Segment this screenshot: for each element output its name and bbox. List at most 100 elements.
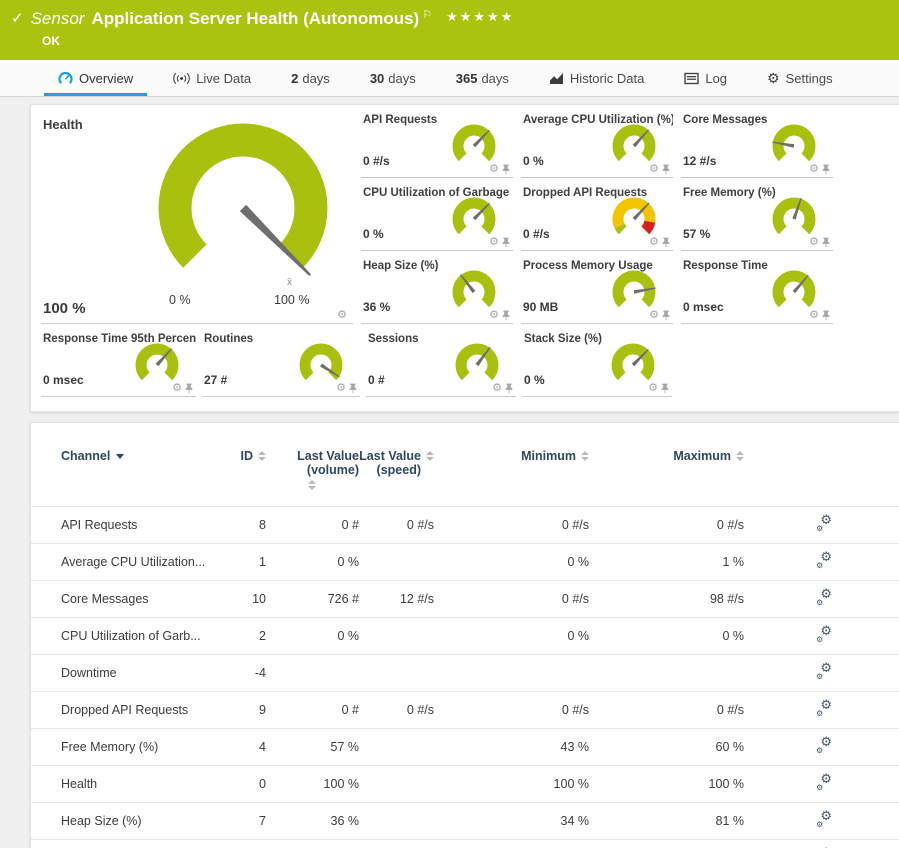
gauge-panel-stack-size[interactable]: Stack Size (%)0 %⚙: [522, 324, 672, 397]
table-row-core-messages[interactable]: Core Messages10726 #12 #/s0 #/s98 #/s⚙⚙: [31, 581, 899, 618]
gear-icon[interactable]: ⚙: [172, 383, 182, 394]
sensor-title: Application Server Health (Autonomous): [91, 8, 419, 30]
channel-settings-icon[interactable]: ⚙⚙: [816, 627, 832, 642]
channel-settings-icon[interactable]: ⚙⚙: [816, 553, 832, 568]
gear-icon[interactable]: ⚙: [809, 164, 819, 175]
gear-icon[interactable]: ⚙: [649, 237, 659, 248]
pin-icon[interactable]: [662, 310, 670, 321]
gear-icon[interactable]: ⚙: [648, 383, 658, 394]
gauge-panel-icons: ⚙: [489, 164, 510, 175]
health-gauge-title: Health: [43, 117, 83, 132]
table-row-downtime[interactable]: Downtime-4⚙⚙: [31, 655, 899, 692]
table-row-dropped-api-requests[interactable]: Dropped API Requests90 #0 #/s0 #/s0 #/s⚙…: [31, 692, 899, 729]
tab-overview[interactable]: Overview: [44, 60, 147, 96]
channel-name[interactable]: Health: [31, 766, 236, 803]
table-row-cpu-utilization-of-garb[interactable]: CPU Utilization of Garb...20 %0 %0 %⚙⚙: [31, 618, 899, 655]
tab-label: days: [481, 71, 508, 86]
channel-cell: 0 #/s: [434, 507, 589, 544]
gauge-panel-health[interactable]: Health x̄ 0 % 100 % 100 % ⚙: [41, 105, 353, 324]
channel-name[interactable]: API Requests: [31, 507, 236, 544]
sort-icon: [258, 451, 266, 461]
channel-name[interactable]: Dropped API Requests: [31, 692, 236, 729]
column-header-maximum[interactable]: Maximum: [589, 423, 744, 507]
column-header-id[interactable]: ID: [236, 423, 266, 507]
priority-stars[interactable]: ★★★★★: [446, 6, 514, 28]
gear-icon[interactable]: ⚙: [809, 310, 819, 321]
pin-icon[interactable]: [502, 237, 510, 248]
gear-icon[interactable]: ⚙: [649, 164, 659, 175]
gauge-panel-core-messages[interactable]: Core Messages12 #/s⚙: [681, 105, 833, 178]
pin-icon[interactable]: [822, 164, 830, 175]
gauge-panel-process-memory-usage[interactable]: Process Memory Usage90 MB⚙: [521, 251, 673, 324]
gauge-panel-response-time[interactable]: Response Time0 msec⚙: [681, 251, 833, 324]
channel-cell: 60 %: [589, 729, 744, 766]
gauge-panel-heap-size[interactable]: Heap Size (%)36 %⚙: [361, 251, 513, 324]
column-header-minimum[interactable]: Minimum: [434, 423, 589, 507]
pin-icon[interactable]: [502, 310, 510, 321]
channel-settings-icon[interactable]: ⚙⚙: [816, 664, 832, 679]
tab-historic-data[interactable]: Historic Data: [535, 60, 658, 96]
channel-settings-icon[interactable]: ⚙⚙: [816, 516, 832, 531]
channel-name[interactable]: Average CPU Utilization...: [31, 544, 236, 581]
channel-name[interactable]: Process Memory Usage: [31, 840, 236, 848]
gauge-panel-api-requests[interactable]: API Requests0 #/s⚙: [361, 105, 513, 178]
tab-30-days[interactable]: 30days: [356, 60, 430, 96]
flag-icon[interactable]: ⚐: [422, 4, 432, 26]
pin-icon[interactable]: [505, 383, 513, 394]
gauge-panel-icons: ⚙: [649, 310, 670, 321]
pin-icon[interactable]: [662, 237, 670, 248]
pin-icon[interactable]: [822, 310, 830, 321]
gauge-value: 12 #/s: [683, 154, 716, 168]
tab-2-days[interactable]: 2days: [277, 60, 344, 96]
gauge-panel-icons: ⚙: [336, 383, 357, 394]
pin-icon[interactable]: [502, 164, 510, 175]
channel-name[interactable]: Core Messages: [31, 581, 236, 618]
channel-name[interactable]: Free Memory (%): [31, 729, 236, 766]
pin-icon[interactable]: [662, 164, 670, 175]
pin-icon[interactable]: [661, 383, 669, 394]
pin-icon[interactable]: [822, 237, 830, 248]
tab-log[interactable]: Log: [670, 60, 741, 96]
table-row-process-memory-usage[interactable]: Process Memory Usage590 MB87 MB113 MB⚙⚙: [31, 840, 899, 848]
gear-icon[interactable]: ⚙: [489, 237, 499, 248]
table-row-free-memory[interactable]: Free Memory (%)457 %43 %60 %⚙⚙: [31, 729, 899, 766]
channel-name[interactable]: CPU Utilization of Garb...: [31, 618, 236, 655]
column-header-channel[interactable]: Channel: [31, 423, 236, 507]
tab-live-data[interactable]: Live Data: [159, 60, 265, 96]
channel-settings-icon[interactable]: ⚙⚙: [816, 738, 832, 753]
gear-icon[interactable]: ⚙: [337, 310, 347, 321]
table-row-api-requests[interactable]: API Requests80 #0 #/s0 #/s0 #/s⚙⚙: [31, 507, 899, 544]
gauge-panel-response-time-95th-percentile[interactable]: Response Time 95th Percentile0 msec⚙: [41, 324, 196, 397]
channel-settings-icon[interactable]: ⚙⚙: [816, 775, 832, 790]
gauge-panel-dropped-api-requests[interactable]: Dropped API Requests0 #/s⚙: [521, 178, 673, 251]
pin-icon[interactable]: [185, 383, 193, 394]
gauge-panel-routines[interactable]: Routines27 #⚙: [202, 324, 360, 397]
column-header-last-value-volume[interactable]: Last Value(volume): [266, 423, 359, 507]
channel-settings-icon[interactable]: ⚙⚙: [816, 590, 832, 605]
health-scale-max-label: 100 %: [274, 293, 309, 307]
table-row-heap-size[interactable]: Heap Size (%)736 %34 %81 %⚙⚙: [31, 803, 899, 840]
table-row-average-cpu-utilization[interactable]: Average CPU Utilization...10 %0 %1 %⚙⚙: [31, 544, 899, 581]
channel-settings-icon[interactable]: ⚙⚙: [816, 812, 832, 827]
column-header-last-value-speed[interactable]: Last Value(speed): [359, 423, 434, 507]
table-row-health[interactable]: Health0100 %100 %100 %⚙⚙: [31, 766, 899, 803]
channel-name[interactable]: Heap Size (%): [31, 803, 236, 840]
tab-365-days[interactable]: 365days: [442, 60, 523, 96]
gear-icon[interactable]: ⚙: [649, 310, 659, 321]
channel-settings-icon[interactable]: ⚙⚙: [816, 701, 832, 716]
gear-icon[interactable]: ⚙: [489, 310, 499, 321]
gauge-panel-cpu-utilization-of-garbage-c[interactable]: CPU Utilization of Garbage C...0 %⚙: [361, 178, 513, 251]
gauge-title: Sessions: [368, 333, 419, 345]
gear-icon[interactable]: ⚙: [809, 237, 819, 248]
tab-settings[interactable]: ⚙Settings: [753, 60, 847, 96]
tab-label: Settings: [786, 71, 833, 86]
gear-icon[interactable]: ⚙: [489, 164, 499, 175]
gauge-panel-average-cpu-utilization[interactable]: Average CPU Utilization (%)0 %⚙: [521, 105, 673, 178]
gear-icon[interactable]: ⚙: [492, 383, 502, 394]
pin-icon[interactable]: [349, 383, 357, 394]
gauge-panel-free-memory[interactable]: Free Memory (%)57 %⚙: [681, 178, 833, 251]
sort-desc-icon: [116, 454, 124, 459]
channel-name[interactable]: Downtime: [31, 655, 236, 692]
gauge-panel-sessions[interactable]: Sessions0 #⚙: [366, 324, 516, 397]
gear-icon[interactable]: ⚙: [336, 383, 346, 394]
